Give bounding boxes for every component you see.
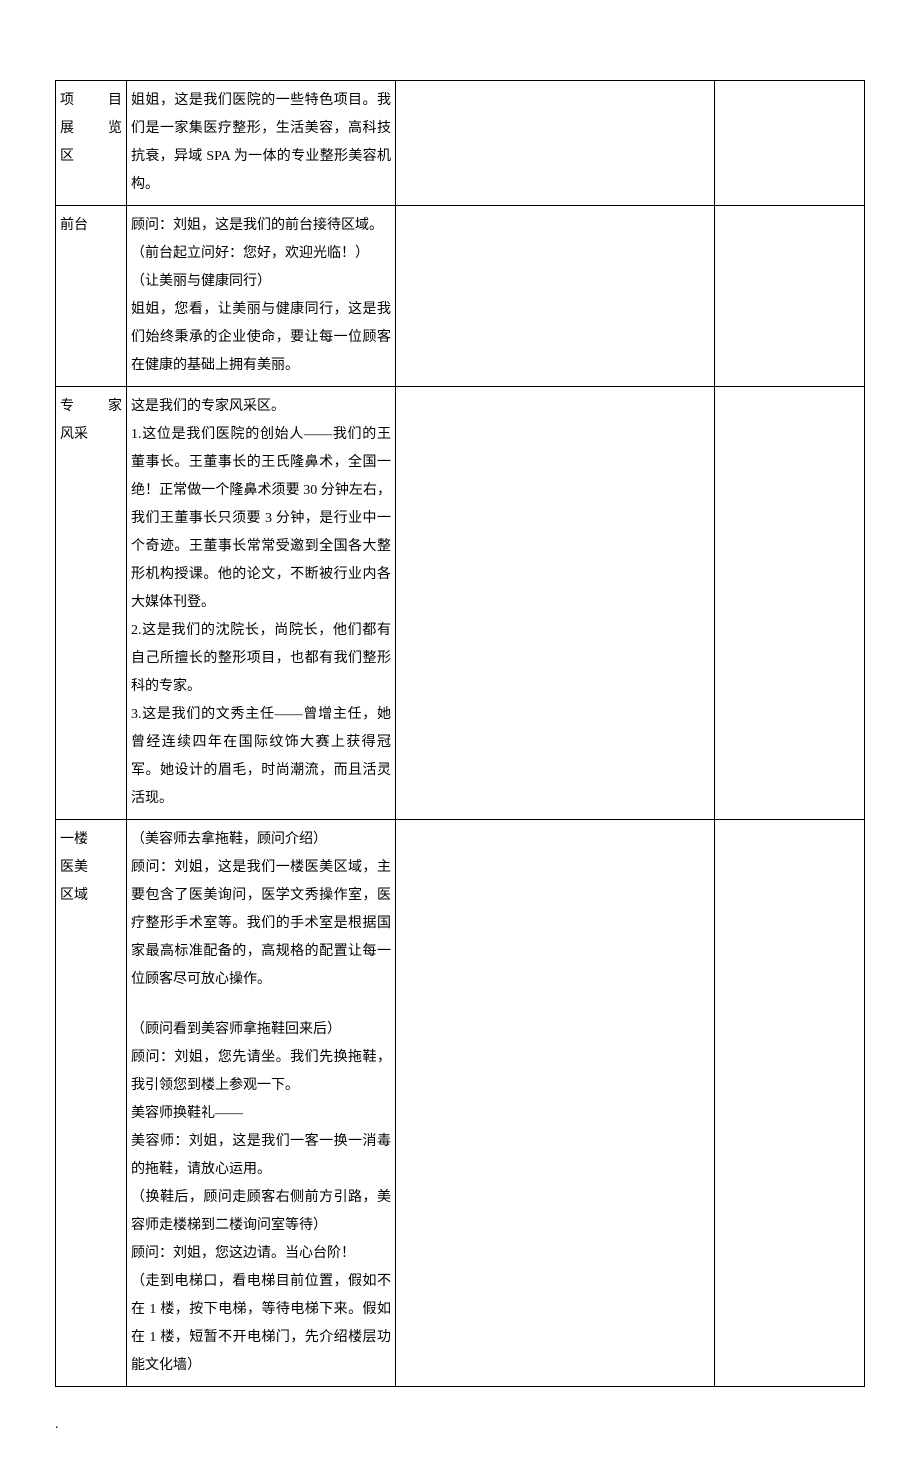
content-line: （顾问看到美容师拿拖鞋回来后）	[131, 1016, 391, 1044]
content-line: 顾问：刘姐，这是我们的前台接待区域。	[131, 212, 391, 240]
content-line: 顾问：刘姐，您先请坐。我们先换拖鞋，我引领您到楼上参观一下。	[131, 1044, 391, 1100]
content-line: 顾问：刘姐，您这边请。当心台阶！	[131, 1240, 391, 1268]
content-line: 美容师：刘姐，这是我们一客一换一消毒的拖鞋，请放心运用。	[131, 1128, 391, 1184]
content-line: 姐姐，您看，让美丽与健康同行，这是我们始终秉承的企业使命，要让每一位顾客在健康的…	[131, 296, 391, 380]
content-line: 1.这位是我们医院的创始人——我们的王董事长。王董事长的王氏隆鼻术，全国一绝！正…	[131, 421, 391, 617]
empty-cell	[715, 206, 865, 387]
row-content: 顾问：刘姐，这是我们的前台接待区域。（前台起立问好：您好，欢迎光临！）（让美丽与…	[127, 206, 396, 387]
row-label-line: 前台	[60, 212, 122, 240]
empty-cell	[715, 81, 865, 206]
content-line: 美容师换鞋礼——	[131, 1100, 391, 1128]
footer-mark: .	[55, 1387, 865, 1433]
content-line: （走到电梯口，看电梯目前位置，假如不在 1 楼，按下电梯，等待电梯下来。假如在 …	[131, 1268, 391, 1380]
table-row: 前台顾问：刘姐，这是我们的前台接待区域。（前台起立问好：您好，欢迎光临！）（让美…	[56, 206, 865, 387]
content-line: （美容师去拿拖鞋，顾问介绍）	[131, 826, 391, 854]
content-line: （让美丽与健康同行）	[131, 268, 391, 296]
row-label-line: 风采	[60, 421, 122, 449]
content-line: （前台起立问好：您好，欢迎光临！）	[131, 240, 391, 268]
content-line: 3.这是我们的文秀主任——曾增主任，她曾经连续四年在国际纹饰大赛上获得冠军。她设…	[131, 701, 391, 813]
row-content: 姐姐，这是我们医院的一些特色项目。我们是一家集医疗整形，生活美容，高科技抗衰，异…	[127, 81, 396, 206]
empty-cell	[396, 206, 715, 387]
content-table: 项 目展 览区姐姐，这是我们医院的一些特色项目。我们是一家集医疗整形，生活美容，…	[55, 80, 865, 1387]
table-row: 项 目展 览区姐姐，这是我们医院的一些特色项目。我们是一家集医疗整形，生活美容，…	[56, 81, 865, 206]
row-label-line: 项 目	[60, 87, 122, 115]
row-label: 前台	[56, 206, 127, 387]
empty-cell	[715, 387, 865, 820]
content-line: 顾问：刘姐，这是我们一楼医美区域，主要包含了医美询问，医学文秀操作室，医疗整形手…	[131, 854, 391, 994]
row-label-line: 区域	[60, 882, 122, 910]
row-label-line: 专 家	[60, 393, 122, 421]
row-label-line: 展 览	[60, 115, 122, 143]
content-line: 这是我们的专家风采区。	[131, 393, 391, 421]
empty-cell	[396, 81, 715, 206]
row-label-line: 区	[60, 143, 122, 171]
row-label-line: 医美	[60, 854, 122, 882]
row-label: 项 目展 览区	[56, 81, 127, 206]
row-content: 这是我们的专家风采区。1.这位是我们医院的创始人——我们的王董事长。王董事长的王…	[127, 387, 396, 820]
document-page: 项 目展 览区姐姐，这是我们医院的一些特色项目。我们是一家集医疗整形，生活美容，…	[0, 0, 920, 1473]
table-row: 专 家风采这是我们的专家风采区。1.这位是我们医院的创始人——我们的王董事长。王…	[56, 387, 865, 820]
row-label-line: 一楼	[60, 826, 122, 854]
row-label: 专 家风采	[56, 387, 127, 820]
content-line: 姐姐，这是我们医院的一些特色项目。我们是一家集医疗整形，生活美容，高科技抗衰，异…	[131, 87, 391, 199]
empty-cell	[396, 387, 715, 820]
content-line: 2.这是我们的沈院长，尚院长，他们都有自己所擅长的整形项目，也都有我们整形科的专…	[131, 617, 391, 701]
content-line: （换鞋后，顾问走顾客右侧前方引路，美容师走楼梯到二楼询问室等待）	[131, 1184, 391, 1240]
